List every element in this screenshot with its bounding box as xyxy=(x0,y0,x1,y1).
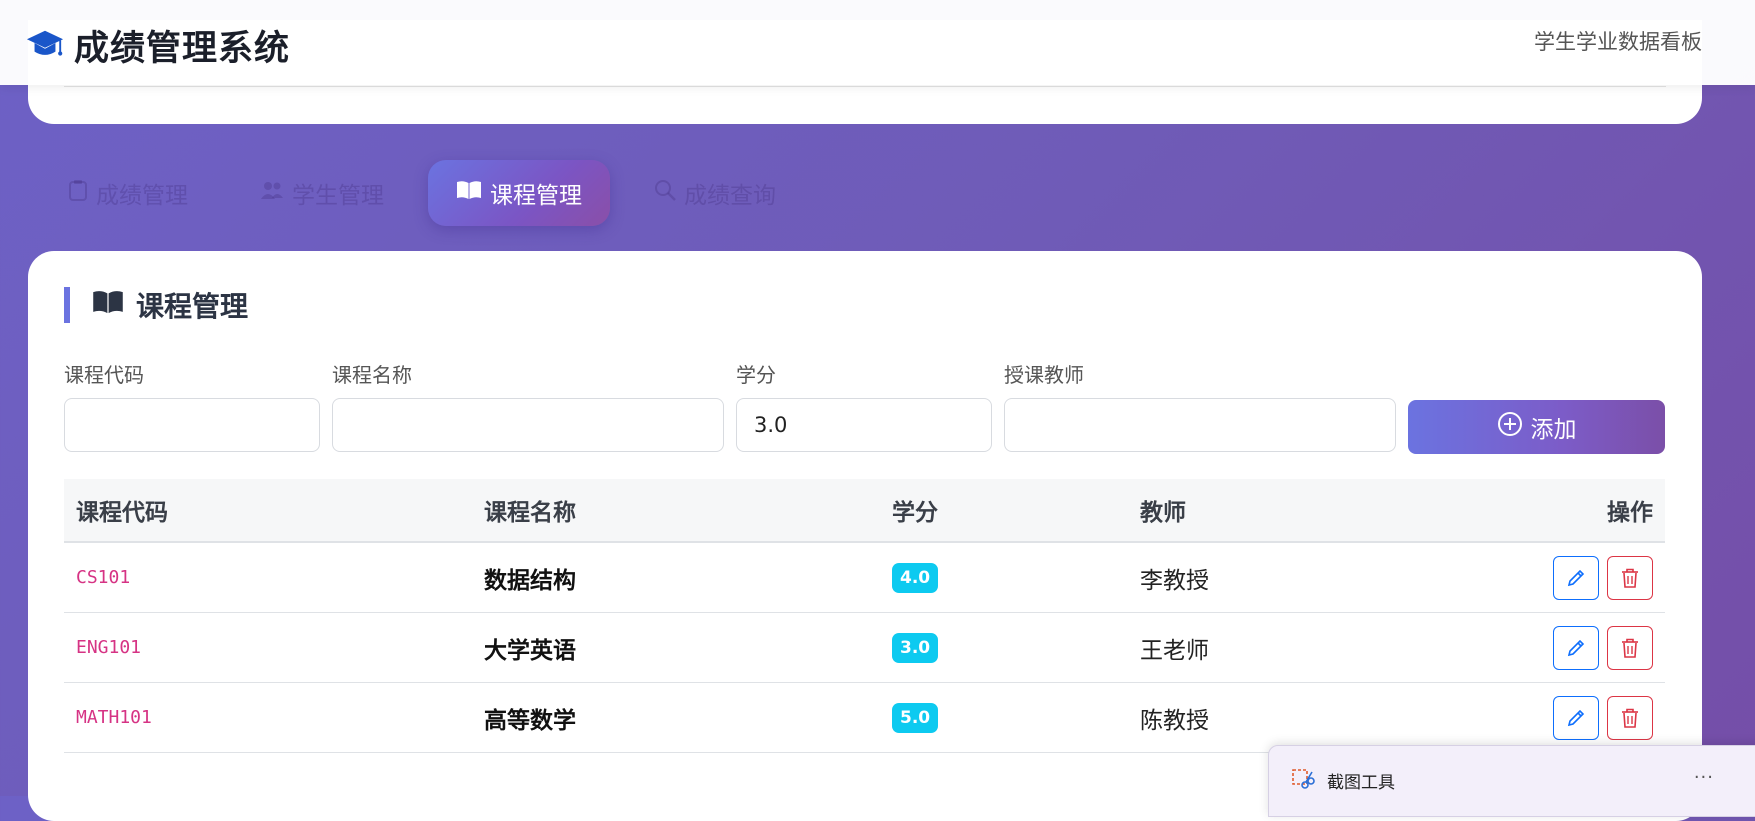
scissors-icon xyxy=(1291,768,1315,796)
add-button-label: 添加 xyxy=(1530,417,1577,443)
edit-button[interactable] xyxy=(1553,555,1599,600)
table-row: MATH101 高等数学 5.0 陈教授 xyxy=(64,683,1665,753)
course-code: MATH101 xyxy=(76,707,152,728)
tab-label: 成绩管理 xyxy=(96,183,188,209)
course-code: ENG101 xyxy=(76,637,142,658)
course-name-label: 课程名称 xyxy=(332,363,412,387)
course-management-card: 课程管理 课程代码 课程名称 学分 授课教师 添加 课程代码 课程名称 学分 教… xyxy=(28,251,1702,821)
app-title: 成绩管理系统 xyxy=(74,29,291,69)
course-teacher: 李教授 xyxy=(1140,567,1209,594)
table-row: CS101 数据结构 4.0 李教授 xyxy=(64,543,1665,613)
divider xyxy=(64,86,1666,87)
course-table: 课程代码 课程名称 学分 教师 操作 CS101 数据结构 4.0 李教授 EN… xyxy=(64,479,1665,753)
pencil-icon xyxy=(1567,639,1585,656)
course-name-input[interactable] xyxy=(332,398,724,452)
brand: 成绩管理系统 xyxy=(26,20,290,71)
header-credit: 学分 xyxy=(892,500,938,526)
course-code-label: 课程代码 xyxy=(64,363,144,387)
graduation-cap-icon xyxy=(26,26,64,66)
snipping-tool-title: 截图工具 xyxy=(1327,773,1395,793)
course-name: 高等数学 xyxy=(484,707,576,734)
more-options-icon[interactable]: ... xyxy=(1694,762,1714,783)
book-icon xyxy=(92,289,124,322)
trash-icon xyxy=(1622,638,1638,658)
trash-icon xyxy=(1622,708,1638,728)
course-name: 数据结构 xyxy=(484,567,576,594)
tab-grade-management[interactable]: 成绩管理 xyxy=(40,160,216,226)
table-row: ENG101 大学英语 3.0 王老师 xyxy=(64,613,1665,683)
edit-button[interactable] xyxy=(1553,625,1599,670)
tab-course-management[interactable]: 课程管理 xyxy=(428,160,610,226)
tab-label: 课程管理 xyxy=(490,183,582,209)
header-actions: 操作 xyxy=(1607,500,1653,526)
add-course-button[interactable]: 添加 xyxy=(1408,400,1665,454)
app-header: 成绩管理系统 学生学业数据看板 xyxy=(0,0,1755,85)
tab-student-management[interactable]: 学生管理 xyxy=(232,160,412,226)
section-title-text: 课程管理 xyxy=(136,290,249,323)
header-subtitle: 学生学业数据看板 xyxy=(1534,30,1702,54)
trash-icon xyxy=(1622,568,1638,588)
credit-label: 学分 xyxy=(736,363,776,387)
book-icon xyxy=(456,180,482,206)
snipping-tool-popup[interactable]: 截图工具 ... xyxy=(1268,745,1755,817)
teacher-input[interactable] xyxy=(1004,398,1396,452)
tab-bar: 成绩管理 学生管理 课程管理 成绩查询 xyxy=(40,160,804,226)
course-code: CS101 xyxy=(76,567,131,588)
edit-button[interactable] xyxy=(1553,695,1599,740)
course-name: 大学英语 xyxy=(484,637,576,664)
section-title: 课程管理 xyxy=(64,287,248,323)
credit-badge: 3.0 xyxy=(892,632,939,663)
credit-badge: 4.0 xyxy=(892,562,939,593)
people-icon xyxy=(260,180,284,206)
course-teacher: 王老师 xyxy=(1140,637,1209,664)
plus-circle-icon xyxy=(1497,411,1523,443)
delete-button[interactable] xyxy=(1607,555,1653,600)
course-teacher: 陈教授 xyxy=(1140,707,1209,734)
clipboard-icon xyxy=(68,179,88,207)
teacher-label: 授课教师 xyxy=(1004,363,1084,387)
credit-badge: 5.0 xyxy=(892,702,939,733)
tab-grade-query[interactable]: 成绩查询 xyxy=(626,160,804,226)
tab-label: 成绩查询 xyxy=(684,183,776,209)
tab-label: 学生管理 xyxy=(292,183,384,209)
search-icon xyxy=(654,179,676,207)
header-course-name: 课程名称 xyxy=(484,500,576,526)
course-code-input[interactable] xyxy=(64,398,320,452)
table-header: 课程代码 课程名称 学分 教师 操作 xyxy=(64,479,1665,543)
header-course-code: 课程代码 xyxy=(76,500,168,526)
pencil-icon xyxy=(1567,709,1585,726)
credit-input[interactable] xyxy=(736,398,992,452)
pencil-icon xyxy=(1567,569,1585,586)
delete-button[interactable] xyxy=(1607,625,1653,670)
header-teacher: 教师 xyxy=(1140,500,1186,526)
delete-button[interactable] xyxy=(1607,695,1653,740)
